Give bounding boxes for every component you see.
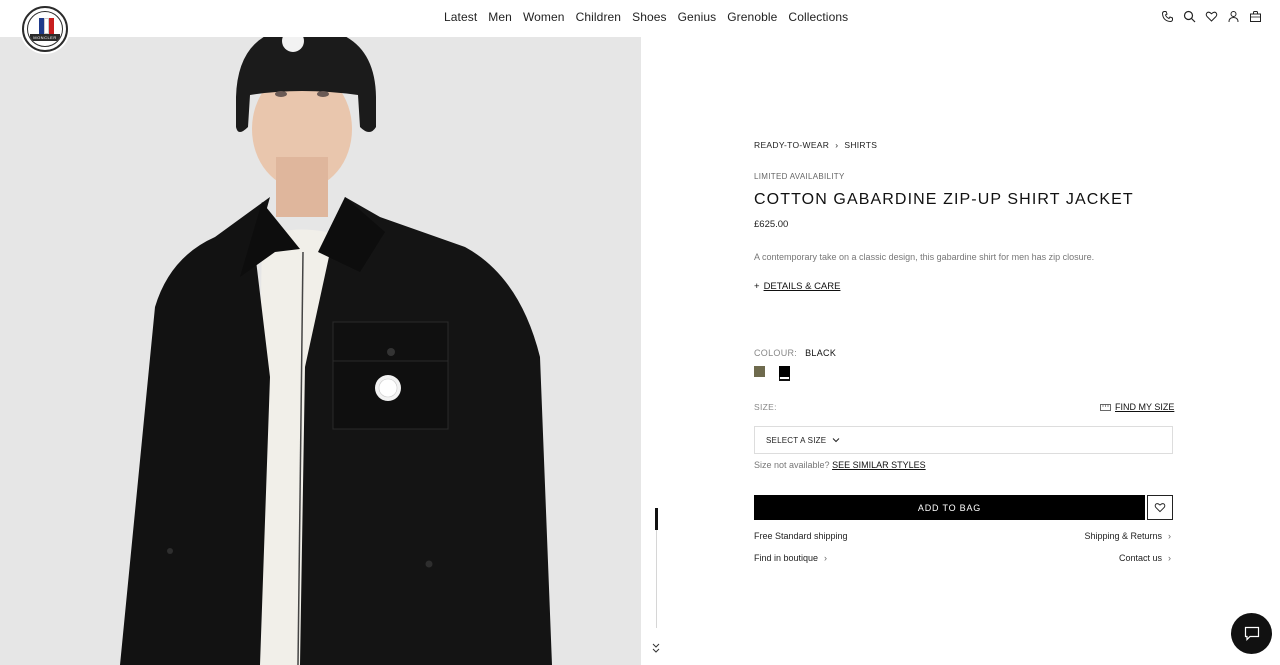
nav-item-latest[interactable]: Latest [444,10,477,24]
nav-item-collections[interactable]: Collections [788,10,848,24]
site-header: MONCLER Latest Men Women Children Shoes … [0,0,1280,52]
gallery-scroll-thumb[interactable] [655,508,658,530]
contact-us-link[interactable]: Contact us › [1119,553,1171,563]
user-icon[interactable] [1227,10,1240,23]
chevron-right-icon: › [824,553,828,563]
heart-icon [1154,503,1166,513]
heart-icon[interactable] [1205,10,1218,23]
phone-icon[interactable] [1161,10,1174,23]
chat-icon [1244,626,1259,641]
swatch-olive[interactable] [754,366,765,377]
details-care-toggle[interactable]: + DETAILS & CARE [754,281,840,292]
add-to-wishlist-button[interactable] [1147,495,1173,520]
model-illustration [0,37,641,665]
ruler-icon [1100,403,1111,411]
shipping-returns-label: Shipping & Returns [1084,531,1162,541]
details-care-label: DETAILS & CARE [763,281,841,292]
chat-button[interactable] [1231,613,1272,654]
chevron-right-icon: › [1168,553,1171,563]
nav-item-shoes[interactable]: Shoes [632,10,667,24]
see-similar-styles-link[interactable]: SEE SIMILAR STYLES [832,460,926,470]
availability-badge: LIMITED AVAILABILITY [754,172,845,181]
nav-item-children[interactable]: Children [576,10,622,24]
find-my-size-link[interactable]: FIND MY SIZE [1100,402,1174,412]
swatch-black[interactable] [779,366,790,377]
breadcrumb: READY-TO-WEAR › SHIRTS [754,140,877,150]
product-description: A contemporary take on a classic design,… [754,252,1095,262]
colour-row: COLOUR: BLACK [754,348,836,358]
nav-item-genius[interactable]: Genius [678,10,717,24]
main-nav: Latest Men Women Children Shoes Genius G… [444,10,859,24]
chevron-right-icon: › [1168,531,1171,541]
contact-us-label: Contact us [1118,553,1162,563]
product-price: £625.00 [754,219,789,230]
colour-swatches [754,366,790,377]
nav-item-men[interactable]: Men [488,10,512,24]
add-to-bag-button[interactable]: ADD TO BAG [754,495,1145,520]
find-in-boutique-link[interactable]: Find in boutique › [754,553,827,563]
colour-label: COLOUR: [754,348,798,358]
plus-icon: + [754,281,760,292]
logo-text: MONCLER [30,34,60,41]
bag-icon[interactable] [1249,10,1262,23]
nav-item-women[interactable]: Women [523,10,565,24]
brand-logo[interactable]: MONCLER [22,6,68,52]
breadcrumb-shirts[interactable]: SHIRTS [844,140,877,150]
find-in-boutique-label: Find in boutique [754,553,819,563]
shipping-returns-link[interactable]: Shipping & Returns › [1084,531,1171,541]
size-not-available-text: Size not available? [754,460,830,470]
size-not-available: Size not available? SEE SIMILAR STYLES [754,460,926,470]
find-my-size-label: FIND MY SIZE [1115,402,1175,412]
breadcrumb-chevron-icon: › [835,140,839,150]
chevron-down-icon [832,438,840,443]
product-image[interactable] [0,37,641,665]
colour-value: BLACK [805,348,837,358]
logo-mark: MONCLER [27,11,63,47]
search-icon[interactable] [1183,10,1196,23]
header-icons [1161,10,1262,23]
size-select-placeholder: SELECT A SIZE [766,435,827,445]
size-select[interactable]: SELECT A SIZE [754,426,1173,454]
free-shipping-text: Free Standard shipping [754,531,848,541]
scroll-down-icon[interactable] [651,642,661,657]
size-label: SIZE: [754,402,777,412]
nav-item-grenoble[interactable]: Grenoble [727,10,777,24]
product-title: COTTON GABARDINE ZIP-UP SHIRT JACKET [754,191,1134,208]
breadcrumb-ready-to-wear[interactable]: READY-TO-WEAR [754,140,829,150]
